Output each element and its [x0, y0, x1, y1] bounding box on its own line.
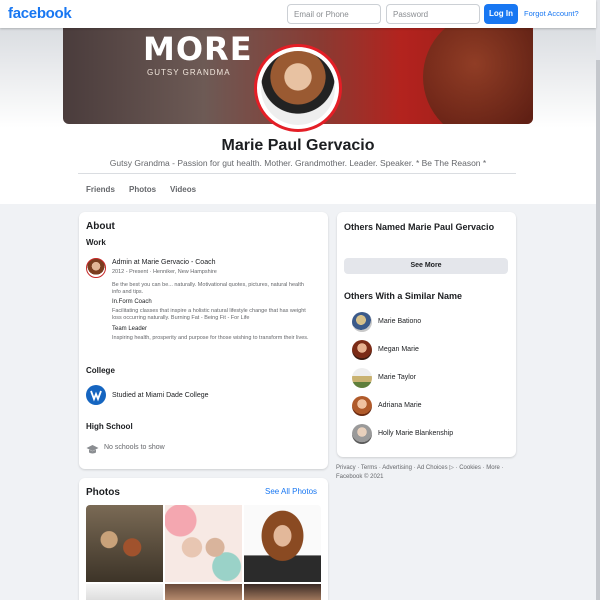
photo-thumbnail[interactable]: [165, 584, 242, 600]
top-nav: facebook Email or Phone Password Log In …: [0, 0, 596, 28]
photo-thumbnail[interactable]: [244, 584, 321, 600]
role-title: Team Leader: [112, 326, 148, 332]
photo-thumbnail[interactable]: [244, 505, 321, 582]
college-logo-icon[interactable]: [86, 385, 106, 405]
others-card: [337, 212, 516, 457]
profile-bio: Gutsy Grandma - Passion for gut health. …: [109, 158, 487, 168]
person-name[interactable]: Holly Marie Blankenship: [378, 430, 453, 437]
highschool-title: High School: [86, 422, 133, 431]
divider: [78, 173, 516, 174]
person-avatar[interactable]: [352, 424, 372, 444]
job-meta: 2012 - Present · Henniker, New Hampshire: [112, 269, 217, 275]
job-title[interactable]: Admin at Marie Gervacio - Coach: [112, 259, 215, 266]
footer-links[interactable]: Privacy · Terms · Advertising · Ad Choic…: [336, 464, 516, 482]
cover-title: MORE: [143, 30, 253, 68]
college-text[interactable]: Studied at Miami Dade College: [112, 392, 209, 399]
see-more-button[interactable]: See More: [344, 258, 508, 274]
similar-name-title: Others With a Similar Name: [344, 291, 462, 301]
email-field[interactable]: Email or Phone: [287, 4, 381, 24]
person-avatar[interactable]: [352, 312, 372, 332]
college-title: College: [86, 366, 115, 375]
password-field[interactable]: Password: [386, 4, 480, 24]
cover-portrait: [423, 22, 533, 124]
login-button[interactable]: Log In: [484, 4, 518, 24]
role-title: In.Form Coach: [112, 299, 152, 305]
scrollbar-thumb[interactable]: [596, 60, 600, 600]
others-named-title: Others Named Marie Paul Gervacio: [344, 222, 495, 232]
highschool-text: No schools to show: [104, 444, 165, 451]
photos-title: Photos: [86, 487, 120, 498]
tab-photos[interactable]: Photos: [129, 185, 156, 194]
tab-videos[interactable]: Videos: [170, 185, 196, 194]
photo-thumbnail[interactable]: [165, 505, 242, 582]
profile-name: Marie Paul Gervacio: [221, 137, 375, 154]
see-all-photos-link[interactable]: See All Photos: [265, 487, 317, 496]
role-description: Facilitating classes that inspire a holi…: [112, 308, 306, 321]
job-description: Be the best you can be... naturally. Mot…: [112, 282, 304, 295]
photo-thumbnail[interactable]: [86, 505, 163, 582]
profile-avatar[interactable]: [254, 44, 342, 132]
scrollbar[interactable]: [596, 0, 600, 600]
forgot-account-link[interactable]: Forgot Account?: [524, 9, 579, 18]
person-avatar[interactable]: [352, 396, 372, 416]
person-name[interactable]: Marie Taylor: [378, 374, 416, 381]
tab-friends[interactable]: Friends: [86, 185, 115, 194]
role-description: Inspiring health, prosperity and purpose…: [112, 335, 309, 341]
graduation-cap-icon: [86, 442, 99, 460]
person-name[interactable]: Adriana Marie: [378, 402, 422, 409]
work-avatar[interactable]: [86, 258, 106, 278]
avatar-image: [261, 51, 335, 125]
person-avatar[interactable]: [352, 368, 372, 388]
facebook-logo[interactable]: facebook: [8, 5, 72, 22]
work-title: Work: [86, 238, 106, 247]
person-avatar[interactable]: [352, 340, 372, 360]
photo-thumbnail[interactable]: [86, 584, 163, 600]
person-name[interactable]: Marie Bationo: [378, 318, 421, 325]
cover-subtitle: GUTSY GRANDMA: [147, 68, 231, 77]
about-title: About: [86, 221, 115, 232]
person-name[interactable]: Megan Marie: [378, 346, 419, 353]
